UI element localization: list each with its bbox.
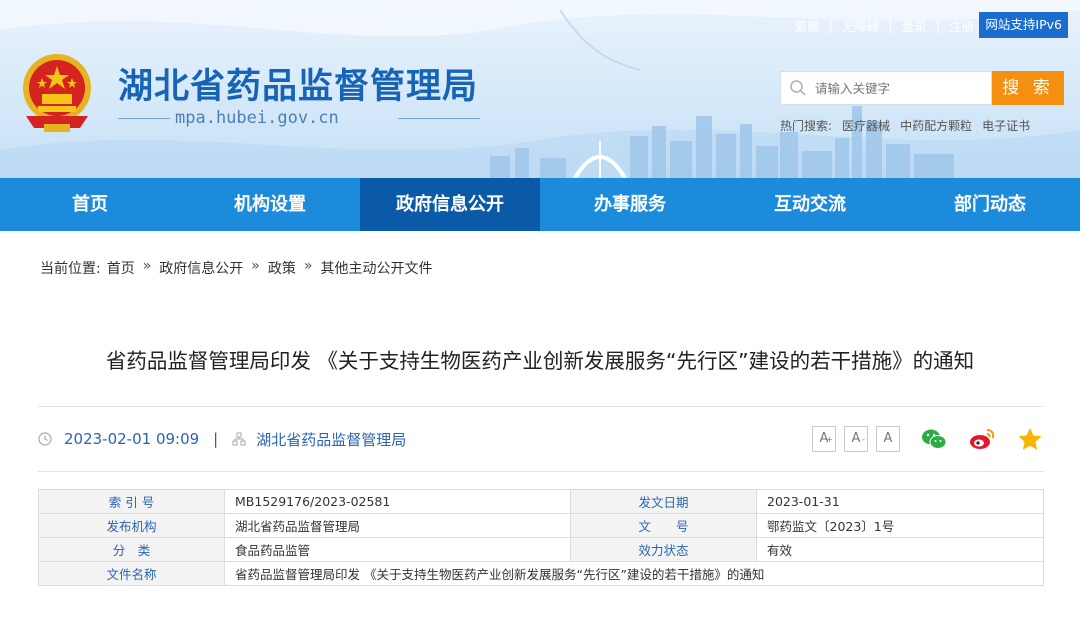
meta-tools: A + A- A [812,426,1044,452]
breadcrumb-separator: » [142,258,152,274]
weibo-icon[interactable] [968,426,996,452]
national-emblem-icon [23,54,91,132]
table-row: 索 引 号 MB1529176/2023-02581 发文日期 2023-01-… [38,489,1044,514]
link-traditional[interactable]: 繁體 [795,16,820,35]
breadcrumb-item[interactable]: 首页 [107,258,135,278]
font-size-decrease-button[interactable]: A- [844,426,868,452]
publish-source: 湖北省药品监督管理局 [256,430,407,449]
docno-value: 鄂药监文〔2023〕1号 [756,513,1044,538]
publish-datetime: 2023-02-01 09:09 [64,430,200,448]
hot-search-item[interactable]: 电子证书 [982,117,1030,134]
category-value: 食品药品监管 [224,537,571,562]
nav-item-home[interactable]: 首页 [0,178,180,231]
city-skyline-illustration [490,106,954,178]
nav-item-interaction[interactable]: 互动交流 [720,178,900,231]
hot-search-item[interactable]: 医疗器械 [842,117,890,134]
domain-line-left [118,118,170,119]
font-button-label: A [851,431,861,446]
breadcrumb-item[interactable]: 政府信息公开 [159,258,243,278]
breadcrumb-separator: » [251,258,260,274]
breadcrumb-label: 当前位置: [40,261,101,277]
favorite-star-icon[interactable] [1016,426,1044,452]
link-register[interactable]: 注册 [949,16,974,35]
search-bar: 搜 索 [780,71,1064,105]
meta-info: 2023-02-01 09:09 | 湖北省药品监督管理局 [38,429,406,450]
article-title: 省药品监督管理局印发 《关于支持生物医药产业创新发展服务“先行区”建设的若干措施… [105,349,975,373]
main-nav: 首页 机构设置 政府信息公开 办事服务 互动交流 部门动态 [0,178,1080,231]
search-field[interactable] [780,71,992,105]
table-row: 发布机构 湖北省药品监督管理局 文 号 鄂药监文〔2023〕1号 [38,513,1044,538]
site-domain: mpa.hubei.gov.cn [175,108,339,128]
org-label: 发布机构 [38,513,225,538]
ipv6-badge: 网站支持IPv6 [979,12,1068,38]
divider: | [888,18,893,33]
clock-icon [38,432,52,446]
top-links: 繁體 | 无障碍 | 登录 | 注册 [795,16,974,35]
nav-item-gov-info[interactable]: 政府信息公开 [360,178,540,231]
breadcrumb: 当前位置: 首页 » 政府信息公开 » 政策 » 其他主动公开文件 [40,258,432,278]
link-login[interactable]: 登录 [902,16,927,35]
nav-item-services[interactable]: 办事服务 [540,178,720,231]
breadcrumb-item[interactable]: 其他主动公开文件 [320,258,432,278]
nav-item-news[interactable]: 部门动态 [900,178,1080,231]
filename-value: 省药品监督管理局印发 《关于支持生物医药产业创新发展服务“先行区”建设的若干措施… [224,561,1044,586]
nav-item-organization[interactable]: 机构设置 [180,178,360,231]
breadcrumb-separator: » [303,258,313,274]
hot-search: 热门搜索: 医疗器械 中药配方颗粒 电子证书 [780,117,1030,134]
table-row: 分 类 食品药品监管 效力状态 有效 [38,537,1044,562]
index-label: 索 引 号 [38,489,225,514]
font-size-increase-button[interactable]: A + [812,426,836,452]
wechat-icon[interactable] [920,426,948,452]
divider: | [935,18,940,33]
font-size-default-button[interactable]: A [876,426,900,452]
index-value: MB1529176/2023-02581 [224,489,571,514]
search-input[interactable] [815,80,975,96]
divider: | [828,18,834,33]
link-accessibility[interactable]: 无障碍 [842,16,880,35]
document-info-table: 索 引 号 MB1529176/2023-02581 发文日期 2023-01-… [38,489,1044,586]
domain-line-right [398,118,480,119]
table-row: 文件名称 省药品监督管理局印发 《关于支持生物医药产业创新发展服务“先行区”建设… [38,561,1044,586]
status-value: 有效 [756,537,1044,562]
header-banner: 湖北省药品监督管理局 mpa.hubei.gov.cn 繁體 | 无障碍 | 登… [0,0,1080,178]
status-label: 效力状态 [570,537,757,562]
date-label: 发文日期 [570,489,757,514]
docno-label: 文 号 [570,513,757,538]
date-value: 2023-01-31 [756,489,1044,514]
divider: | [213,430,219,448]
filename-label: 文件名称 [38,561,225,586]
breadcrumb-item[interactable]: 政策 [268,258,296,278]
search-icon [790,80,806,96]
hot-search-item[interactable]: 中药配方颗粒 [900,117,972,134]
site-title[interactable]: 湖北省药品监督管理局 [118,58,478,109]
category-label: 分 类 [38,537,225,562]
article-meta: 2023-02-01 09:09 | 湖北省药品监督管理局 A + A- A [38,406,1044,472]
search-button[interactable]: 搜 索 [992,71,1064,105]
font-button-label: A [883,431,893,446]
org-value: 湖北省药品监督管理局 [224,513,571,538]
hot-search-label: 热门搜索: [780,119,833,133]
org-icon [232,432,246,446]
